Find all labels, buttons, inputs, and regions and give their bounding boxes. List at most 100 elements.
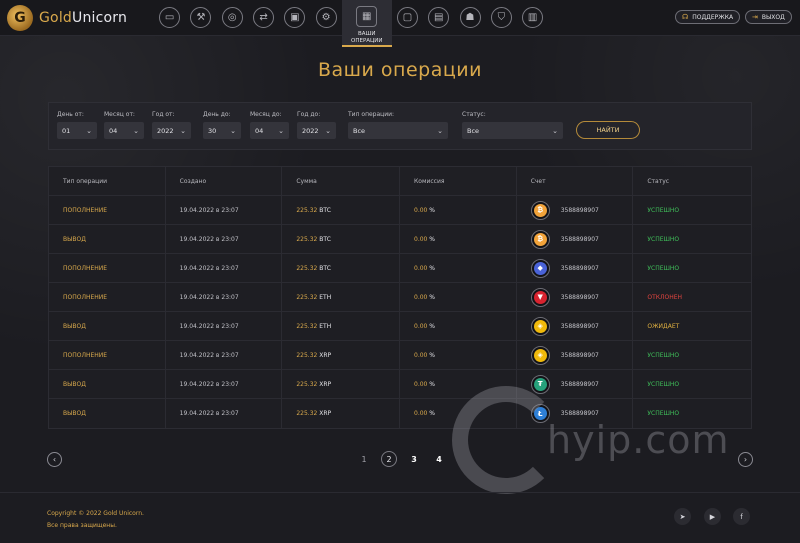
logo[interactable]: G GoldUnicorn xyxy=(7,5,127,31)
table-row[interactable]: Вывод 19.04.2022 в 23:07 225.32 XRP 0.00 % ₮… xyxy=(49,370,752,399)
page-2-button[interactable]: 2 xyxy=(381,451,397,467)
logout-button[interactable]: ⇥ ВЫХОД xyxy=(745,10,792,24)
coin-glyph: ◈ xyxy=(533,348,547,362)
op-type-group: Тип операции: Все ⌄ xyxy=(348,111,448,139)
bitcoin-icon: ₿ xyxy=(530,200,550,220)
fee-value: 0.00 xyxy=(414,410,428,417)
main-nav: ▭ ⚒ ◎ ⇄ ▣ ⚙ ▦ Ваши операции ▢ ▤ ☗ ⛉ ▥ xyxy=(154,0,548,47)
cell-account: ◈ 3588898907 xyxy=(516,312,634,340)
facebook-icon[interactable]: f xyxy=(733,508,750,525)
account-number: 3588898907 xyxy=(560,351,599,359)
nav-item-wallet[interactable]: ▣ xyxy=(279,0,310,36)
nav-item-transfer[interactable]: ⇄ xyxy=(248,0,279,36)
month-to-select[interactable]: 04 ⌄ xyxy=(250,122,289,139)
currency-code: ETH xyxy=(319,293,332,301)
nav-item-monitor[interactable]: ▭ xyxy=(154,0,185,36)
created-date: 19.04.2022 в 23:07 xyxy=(179,206,239,214)
day-from-select[interactable]: 01 ⌄ xyxy=(57,122,97,139)
day-from-group: День от: 01 ⌄ xyxy=(57,111,97,139)
chevron-down-icon: ⌄ xyxy=(86,126,92,135)
amount-value: 225.32 xyxy=(296,293,318,301)
telegram-icon[interactable]: ➤ xyxy=(674,508,691,525)
prev-page-button[interactable]: ‹ xyxy=(47,452,62,467)
cell-created: 19.04.2022 в 23:07 xyxy=(165,341,283,369)
nav-item-briefcase[interactable]: ▤ xyxy=(423,0,454,36)
cell-amount: 225.32 ETH xyxy=(282,283,401,311)
amount-value: 225.32 xyxy=(296,380,318,388)
nav-item-coins[interactable]: ◎ xyxy=(217,0,248,36)
cell-type: Пополнение xyxy=(49,196,166,224)
cell-fee: 0.00 % xyxy=(400,254,517,282)
cell-account: ◈ 3588898907 xyxy=(516,341,634,369)
cell-status: Успешно xyxy=(633,225,752,253)
created-date: 19.04.2022 в 23:07 xyxy=(179,410,239,417)
operation-type: Пополнение xyxy=(63,206,108,214)
ethereum-icon: ◆ xyxy=(530,258,550,278)
amount-value: 225.32 xyxy=(296,206,318,214)
table-row[interactable]: Пополнение 19.04.2022 в 23:07 225.32 ETH 0.… xyxy=(49,283,752,312)
filter-panel: День от: 01 ⌄ Месяц от: 04 ⌄ Год от: 202… xyxy=(48,102,752,150)
cell-amount: 225.32 BTC xyxy=(282,254,401,282)
cell-fee: 0.00 % xyxy=(400,283,517,311)
nav-item-calendar[interactable]: ▦ Ваши операции xyxy=(341,0,392,47)
month-to-label: Месяц до: xyxy=(250,111,282,118)
year-from-group: Год от: 2022 ⌄ xyxy=(152,111,191,139)
watermark-text: hyip.com xyxy=(547,418,730,462)
display-icon: ▢ xyxy=(396,7,418,28)
cell-type: Пополнение xyxy=(49,254,166,282)
nav-item-display[interactable]: ▢ xyxy=(392,0,423,36)
support-button[interactable]: ☊ ПОДДЕРЖКА xyxy=(675,10,741,24)
op-type-select[interactable]: Все ⌄ xyxy=(348,122,448,139)
page-3-button[interactable]: 3 xyxy=(406,451,422,467)
month-to-value: 04 xyxy=(255,126,264,135)
operation-type: Пополнение xyxy=(63,351,108,359)
status-value: Все xyxy=(467,126,480,135)
operation-type: Вывод xyxy=(63,380,86,388)
nav-item-tools[interactable]: ⚒ xyxy=(185,0,216,36)
fee-value: 0.00 xyxy=(414,380,428,388)
month-from-select[interactable]: 04 ⌄ xyxy=(104,122,144,139)
currency-code: BTC xyxy=(319,264,331,272)
year-from-select[interactable]: 2022 ⌄ xyxy=(152,122,191,139)
nav-item-shield[interactable]: ⛉ xyxy=(486,0,517,36)
chevron-right-icon: › xyxy=(743,455,748,464)
status-select[interactable]: Все ⌄ xyxy=(462,122,563,139)
amount-value: 225.32 xyxy=(296,235,318,243)
table-row[interactable]: Пополнение 19.04.2022 в 23:07 225.32 XRP 0.… xyxy=(49,341,752,370)
nav-active-label-line2: операции xyxy=(351,37,383,44)
fee-unit: % xyxy=(429,351,435,359)
cell-type: Вывод xyxy=(49,312,166,340)
nav-item-gear[interactable]: ⚙ xyxy=(310,0,341,36)
rights-text: Все права защищены. xyxy=(47,522,117,529)
tether-icon: ₮ xyxy=(530,374,550,394)
nav-item-users[interactable]: ☗ xyxy=(454,0,485,36)
cell-amount: 225.32 BTC xyxy=(282,196,401,224)
table-row[interactable]: Вывод 19.04.2022 в 23:07 225.32 BTC 0.00 % ₿… xyxy=(49,225,752,254)
page-4-button[interactable]: 4 xyxy=(431,451,447,467)
table-row[interactable]: Пополнение 19.04.2022 в 23:07 225.32 BTC 0.… xyxy=(49,254,752,283)
youtube-icon[interactable]: ▶ xyxy=(704,508,721,525)
cell-created: 19.04.2022 в 23:07 xyxy=(165,370,283,398)
table-row[interactable]: Пополнение 19.04.2022 в 23:07 225.32 BTC 0.… xyxy=(49,196,752,225)
cell-account: ₿ 3588898907 xyxy=(516,225,634,253)
table-row[interactable]: Вывод 19.04.2022 в 23:07 225.32 ETH 0.00 % ◈… xyxy=(49,312,752,341)
month-to-group: Месяц до: 04 ⌄ xyxy=(250,111,289,139)
operation-type: Вывод xyxy=(63,322,86,330)
next-page-button[interactable]: › xyxy=(738,452,753,467)
year-to-value: 2022 xyxy=(302,126,319,135)
cell-type: Пополнение xyxy=(49,283,166,311)
created-date: 19.04.2022 в 23:07 xyxy=(179,380,239,388)
day-to-select[interactable]: 30 ⌄ xyxy=(203,122,241,139)
cell-account: ◆ 3588898907 xyxy=(516,254,634,282)
year-to-select[interactable]: 2022 ⌄ xyxy=(297,122,336,139)
account-number: 3588898907 xyxy=(560,322,599,330)
nav-item-document[interactable]: ▥ xyxy=(517,0,548,36)
op-type-label: Тип операции: xyxy=(348,111,395,118)
coin-glyph: ▼ xyxy=(533,290,547,304)
account-number: 3588898907 xyxy=(560,380,599,388)
page-1-button[interactable]: 1 xyxy=(356,451,372,467)
find-button[interactable]: НАЙТИ xyxy=(576,121,640,139)
pagination: 1234 xyxy=(356,451,447,467)
created-date: 19.04.2022 в 23:07 xyxy=(179,235,239,243)
operation-type: Пополнение xyxy=(63,293,108,301)
